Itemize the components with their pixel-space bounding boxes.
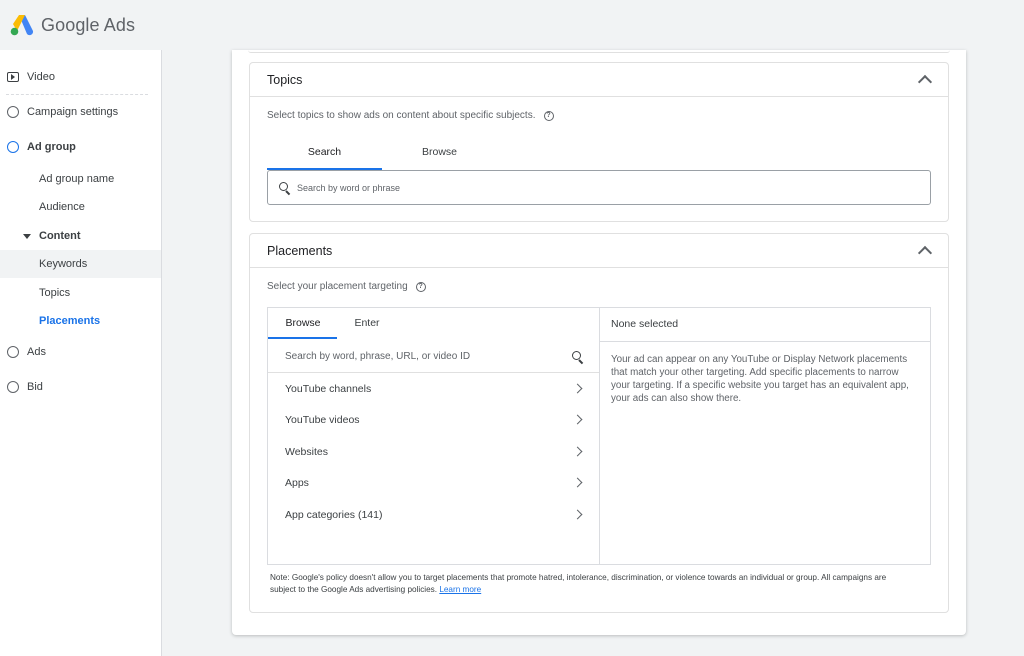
topics-panel: Topics Select topics to show ads on cont… bbox=[249, 62, 949, 222]
description-text: Select your placement targeting bbox=[267, 281, 408, 292]
list-item-label: Apps bbox=[285, 476, 309, 489]
tab-label: Search bbox=[307, 146, 342, 158]
step-circle-icon bbox=[7, 381, 19, 393]
placements-panel-header[interactable]: Placements bbox=[250, 234, 948, 268]
list-item-youtube-videos[interactable]: YouTube videos bbox=[268, 404, 599, 435]
brand-name: Google Ads bbox=[41, 15, 135, 36]
content-card: Topics Select topics to show ads on cont… bbox=[232, 50, 966, 635]
sidebar-item-placements[interactable]: Placements bbox=[0, 307, 161, 335]
sidebar-item-label: Ad group bbox=[27, 141, 76, 153]
policy-note: Note: Google's policy doesn't allow you … bbox=[270, 572, 910, 596]
step-circle-icon bbox=[7, 346, 19, 358]
placement-search-input[interactable]: Search by word, phrase, URL, or video ID bbox=[268, 340, 599, 373]
placement-targeting-box: Browse Enter Search by word, phrase, URL… bbox=[267, 307, 931, 565]
chevron-right-icon bbox=[572, 414, 583, 425]
sidebar-item-content[interactable]: Content bbox=[0, 222, 161, 250]
search-icon[interactable] bbox=[572, 350, 583, 362]
divider bbox=[6, 94, 148, 95]
app-header: Google Ads bbox=[0, 0, 1024, 50]
description-text: Select topics to show ads on content abo… bbox=[267, 110, 536, 121]
brand-ads-text: Ads bbox=[103, 14, 136, 35]
chevron-right-icon bbox=[572, 509, 583, 520]
previous-panel-edge bbox=[248, 50, 950, 53]
chevron-up-icon[interactable] bbox=[917, 74, 933, 90]
topics-description: Select topics to show ads on content abo… bbox=[267, 110, 554, 121]
sidebar-item-label: Keywords bbox=[39, 258, 88, 270]
sidebar-item-label: Ad group name bbox=[39, 173, 115, 185]
help-icon[interactable]: ? bbox=[415, 281, 426, 292]
sidebar-item-label: Placements bbox=[39, 315, 101, 327]
tab-enter[interactable]: Enter bbox=[339, 311, 395, 335]
sidebar-item-ads[interactable]: Ads bbox=[0, 338, 161, 366]
active-tab-indicator bbox=[268, 337, 337, 339]
tab-label: Browse bbox=[421, 146, 457, 158]
tab-browse[interactable]: Browse bbox=[275, 311, 331, 335]
tab-search[interactable]: Search bbox=[267, 140, 382, 164]
list-item-label: App categories (141) bbox=[285, 508, 383, 521]
step-circle-icon bbox=[7, 141, 19, 153]
tab-browse[interactable]: Browse bbox=[382, 140, 497, 164]
sidebar-item-keywords[interactable]: Keywords bbox=[0, 250, 161, 278]
tab-label: Browse bbox=[285, 317, 321, 329]
sidebar-item-label: Campaign settings bbox=[27, 106, 119, 118]
list-item-label: Websites bbox=[285, 445, 328, 458]
google-ads-logo-icon bbox=[10, 15, 34, 36]
list-item-app-categories[interactable]: App categories (141) bbox=[268, 499, 599, 530]
brand-google-text: Google bbox=[41, 14, 100, 35]
chevron-right-icon bbox=[572, 446, 583, 457]
sidebar-item-ad-group-name[interactable]: Ad group name bbox=[0, 165, 161, 193]
help-icon[interactable]: ? bbox=[543, 110, 554, 121]
policy-note-text: Note: Google's policy doesn't allow you … bbox=[270, 573, 887, 594]
step-circle-icon bbox=[7, 106, 19, 118]
sidebar-item-audience[interactable]: Audience bbox=[0, 193, 161, 221]
topics-search-input[interactable]: Search by word or phrase bbox=[267, 170, 931, 205]
sidebar-item-label: Topics bbox=[39, 287, 71, 299]
learn-more-link[interactable]: Learn more bbox=[439, 585, 481, 594]
search-icon bbox=[279, 182, 290, 193]
panel-title: Placements bbox=[267, 243, 333, 258]
video-icon bbox=[7, 72, 19, 82]
chevron-right-icon bbox=[572, 383, 583, 394]
sidebar: Video Campaign settings Ad group Ad grou… bbox=[0, 50, 162, 656]
search-placeholder: Search by word or phrase bbox=[297, 182, 401, 193]
panel-title: Topics bbox=[267, 72, 303, 87]
sidebar-item-video[interactable]: Video bbox=[0, 63, 161, 91]
placements-description: Select your placement targeting ? bbox=[267, 281, 426, 292]
chevron-right-icon bbox=[572, 477, 583, 488]
sidebar-item-label: Content bbox=[39, 230, 81, 242]
selected-header: None selected bbox=[600, 308, 930, 342]
selected-placements-pane: None selected Your ad can appear on any … bbox=[600, 308, 930, 564]
selected-help-text: Your ad can appear on any YouTube or Dis… bbox=[611, 354, 909, 404]
sidebar-item-label: Video bbox=[27, 71, 55, 83]
list-item-label: YouTube channels bbox=[285, 382, 372, 395]
sidebar-item-label: Bid bbox=[27, 381, 43, 393]
caret-down-icon bbox=[23, 233, 31, 239]
topics-panel-header[interactable]: Topics bbox=[250, 63, 948, 97]
list-item-websites[interactable]: Websites bbox=[268, 436, 599, 467]
sidebar-item-label: Ads bbox=[27, 346, 46, 358]
sidebar-item-ad-group[interactable]: Ad group bbox=[0, 133, 161, 161]
search-placeholder: Search by word, phrase, URL, or video ID bbox=[285, 350, 471, 362]
chevron-up-icon[interactable] bbox=[917, 245, 933, 261]
sidebar-item-campaign-settings[interactable]: Campaign settings bbox=[0, 98, 161, 126]
placement-browser: Browse Enter Search by word, phrase, URL… bbox=[268, 308, 600, 564]
sidebar-item-bid[interactable]: Bid bbox=[0, 373, 161, 401]
tab-label: Enter bbox=[354, 317, 380, 329]
sidebar-item-topics[interactable]: Topics bbox=[0, 279, 161, 307]
sidebar-item-label: Audience bbox=[39, 201, 85, 213]
list-item-label: YouTube videos bbox=[285, 413, 360, 426]
list-item-youtube-channels[interactable]: YouTube channels bbox=[268, 373, 599, 404]
list-item-apps[interactable]: Apps bbox=[268, 467, 599, 498]
placements-panel: Placements Select your placement targeti… bbox=[249, 233, 949, 613]
